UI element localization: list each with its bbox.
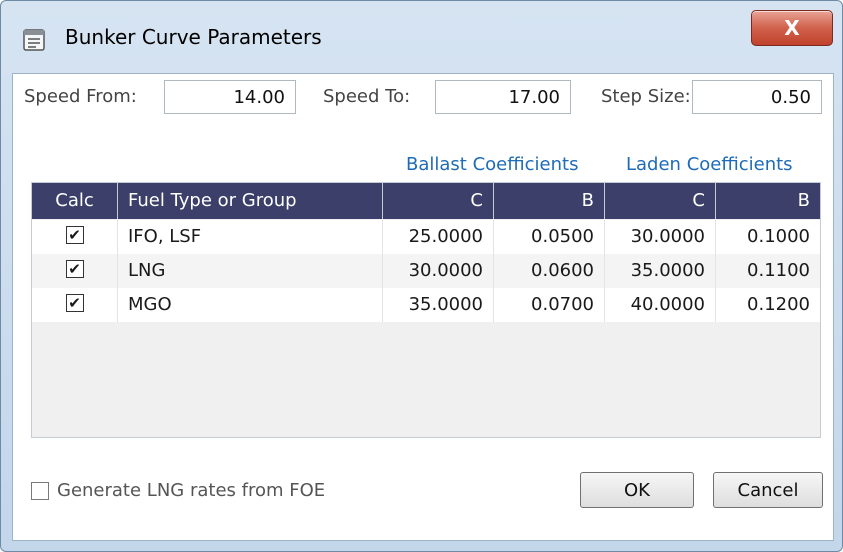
generate-lng-from-foe-option[interactable]: Generate LNG rates from FOE (31, 480, 325, 501)
generate-lng-from-foe-label: Generate LNG rates from FOE (57, 480, 326, 501)
column-header-laden-b[interactable]: B (716, 183, 820, 219)
speed-to-input[interactable]: 17.00 (435, 80, 571, 114)
fuel-type-cell[interactable]: LNG (118, 254, 383, 288)
table-row[interactable]: ✔ LNG 30.0000 0.0600 35.0000 0.1100 (32, 254, 820, 288)
close-button[interactable]: X (751, 10, 833, 46)
column-header-calc[interactable]: Calc (32, 183, 118, 219)
calc-cell[interactable]: ✔ (32, 254, 118, 288)
ok-button[interactable]: OK (580, 472, 694, 508)
column-header-laden-c[interactable]: C (605, 183, 716, 219)
speed-from-input[interactable]: 14.00 (164, 80, 296, 114)
calc-cell[interactable]: ✔ (32, 288, 118, 322)
ballast-b-cell[interactable]: 0.0700 (494, 288, 605, 322)
column-header-ballast-b[interactable]: B (494, 183, 605, 219)
calc-checkbox[interactable]: ✔ (65, 294, 84, 312)
laden-coefficients-heading: Laden Coefficients (626, 154, 793, 175)
step-size-label: Step Size: (601, 86, 691, 107)
generate-lng-from-foe-checkbox[interactable] (31, 481, 49, 500)
calc-checkbox[interactable]: ✔ (65, 260, 84, 278)
fuel-type-cell[interactable]: IFO, LSF (118, 220, 383, 254)
ballast-c-cell[interactable]: 35.0000 (383, 288, 494, 322)
calc-cell[interactable]: ✔ (32, 220, 118, 254)
dialog-icon (23, 29, 45, 51)
laden-b-cell[interactable]: 0.1000 (716, 220, 820, 254)
grid-header: Calc Fuel Type or Group C B C B (32, 183, 820, 219)
ballast-coefficients-heading: Ballast Coefficients (406, 154, 579, 175)
fuel-coefficients-grid: Calc Fuel Type or Group C B C B ✔ IFO, L… (31, 182, 821, 438)
fuel-type-cell[interactable]: MGO (118, 288, 383, 322)
table-row[interactable]: ✔ IFO, LSF 25.0000 0.0500 30.0000 0.1000 (32, 220, 820, 254)
calc-checkbox[interactable]: ✔ (65, 226, 84, 244)
ballast-c-cell[interactable]: 25.0000 (383, 220, 494, 254)
column-header-fuel-type[interactable]: Fuel Type or Group (118, 183, 383, 219)
dialog-body: Speed From: 14.00 Speed To: 17.00 Step S… (12, 73, 834, 541)
laden-c-cell[interactable]: 35.0000 (605, 254, 716, 288)
laden-b-cell[interactable]: 0.1100 (716, 254, 820, 288)
speed-from-label: Speed From: (24, 86, 137, 107)
column-header-ballast-c[interactable]: C (383, 183, 494, 219)
step-size-input[interactable]: 0.50 (692, 80, 822, 114)
laden-b-cell[interactable]: 0.1200 (716, 288, 820, 322)
table-row[interactable]: ✔ MGO 35.0000 0.0700 40.0000 0.1200 (32, 288, 820, 322)
laden-c-cell[interactable]: 40.0000 (605, 288, 716, 322)
speed-to-label: Speed To: (323, 86, 411, 107)
ballast-c-cell[interactable]: 30.0000 (383, 254, 494, 288)
close-icon: X (784, 16, 800, 40)
laden-c-cell[interactable]: 30.0000 (605, 220, 716, 254)
window-title: Bunker Curve Parameters (65, 25, 322, 49)
ballast-b-cell[interactable]: 0.0600 (494, 254, 605, 288)
title-bar[interactable]: Bunker Curve Parameters X (1, 1, 842, 73)
ballast-b-cell[interactable]: 0.0500 (494, 220, 605, 254)
cancel-button[interactable]: Cancel (713, 472, 823, 508)
dialog-window: Bunker Curve Parameters X Speed From: 14… (0, 0, 843, 552)
